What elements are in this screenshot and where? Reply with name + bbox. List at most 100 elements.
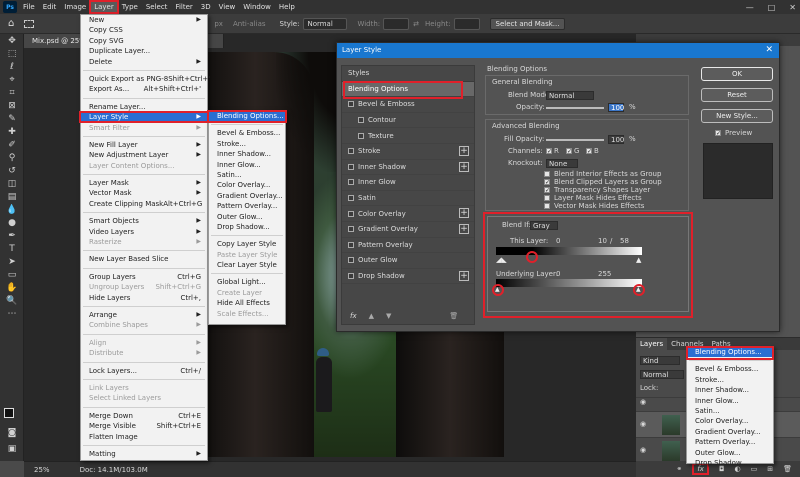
submenu-item-clear-layer-style[interactable]: Clear Layer Style [209, 260, 285, 270]
submenu-item-drop-shadow[interactable]: Drop Shadow... [209, 222, 285, 232]
layer-menu-item-smart-objects[interactable]: Smart Objects ▶ [81, 216, 207, 226]
this-layer-white-slider[interactable]: ▲ [636, 256, 641, 264]
height-input[interactable] [453, 17, 480, 30]
style-item-gradient-overlay[interactable]: Gradient Overlay + [342, 222, 474, 238]
style-item-outer-glow[interactable]: Outer Glow [342, 253, 474, 269]
option-checkbox[interactable]: ✓ [544, 179, 550, 186]
fx-menu-item-inner-glow[interactable]: Inner Glow... [687, 396, 773, 406]
style-item-bevel-emboss[interactable]: Bevel & Emboss [342, 97, 474, 113]
layer-menu-item-merge-down[interactable]: Merge Down Ctrl+E [81, 411, 207, 421]
style-item-texture[interactable]: Texture [342, 128, 474, 144]
shape-tool-icon[interactable]: ▭ [5, 270, 19, 281]
style-checkbox[interactable] [348, 241, 354, 248]
zoom-tool-icon[interactable]: 🔍 [5, 296, 19, 307]
layer-menu-item-delete[interactable]: Delete ▶ [81, 57, 207, 67]
tab-layers[interactable]: Layers [636, 338, 668, 350]
opacity-slider[interactable] [546, 107, 604, 109]
option-checkbox[interactable] [544, 203, 550, 209]
submenu-item-copy-layer-style[interactable]: Copy Layer Style [209, 239, 285, 249]
layer-menu-item-vector-mask[interactable]: Vector Mask ▶ [81, 188, 207, 198]
submenu-item-outer-glow[interactable]: Outer Glow... [209, 212, 285, 222]
layer-menu-item-new[interactable]: New ▶ [81, 15, 207, 25]
close-window-button[interactable]: ✕ [789, 3, 796, 12]
preview-option[interactable]: ✓ Preview [715, 129, 752, 137]
fx-menu-item-outer-glow[interactable]: Outer Glow... [687, 448, 773, 458]
style-item-contour[interactable]: Contour [342, 113, 474, 129]
this-layer-black-slider[interactable]: ◢◣ [496, 256, 507, 264]
layer-menu-item-quick-export-as-png-8[interactable]: Quick Export as PNG-8 Shift+Ctrl+' [81, 74, 210, 84]
add-effect-plus-icon[interactable]: + [459, 208, 469, 219]
blur-tool-icon[interactable]: 💧 [5, 205, 19, 216]
style-item-stroke[interactable]: Stroke + [342, 144, 474, 160]
style-checkbox[interactable] [348, 195, 354, 202]
layer-menu-item-create-clipping-mask[interactable]: Create Clipping Mask Alt+Ctrl+G [81, 199, 207, 209]
underlying-white-slider[interactable]: ▲ [636, 286, 641, 293]
marquee-tool-icon[interactable]: ⬚ [5, 49, 19, 60]
gradient-tool-icon[interactable]: ▤ [5, 192, 19, 203]
maximize-button[interactable]: □ [768, 3, 776, 12]
channel-r-checkbox[interactable]: ✓ [546, 148, 552, 155]
option-transparency-shapes-layer[interactable]: ✓ Transparency Shapes Layer [544, 186, 662, 194]
opacity-input[interactable]: 100 [608, 103, 624, 112]
layer-menu-item-copy-svg[interactable]: Copy SVG [81, 36, 207, 46]
preview-checkbox[interactable]: ✓ [715, 130, 721, 137]
quick-mask-icon[interactable]: ◙ [5, 428, 19, 439]
fx-menu-item-gradient-overlay[interactable]: Gradient Overlay... [687, 427, 773, 437]
style-checkbox[interactable] [348, 179, 354, 186]
style-item-satin[interactable]: Satin [342, 191, 474, 207]
option-blend-interior-effects-as-group[interactable]: Blend Interior Effects as Group [544, 170, 662, 178]
style-checkbox[interactable] [348, 257, 354, 264]
visibility-eye-icon[interactable]: ◉ [640, 420, 646, 428]
history-brush-icon[interactable]: ↺ [5, 166, 19, 177]
quick-select-tool-icon[interactable]: ⌖ [5, 75, 19, 86]
layer-menu-item-hide-layers[interactable]: Hide Layers Ctrl+, [81, 293, 207, 303]
fill-opacity-input[interactable]: 100 [608, 135, 624, 144]
menu-file[interactable]: File [19, 1, 39, 13]
style-select[interactable]: Normal [303, 17, 348, 30]
style-item-color-overlay[interactable]: Color Overlay + [342, 206, 474, 222]
fx-menu-item-inner-shadow[interactable]: Inner Shadow... [687, 385, 773, 395]
menu-window[interactable]: Window [239, 1, 275, 13]
add-effect-plus-icon[interactable]: + [459, 145, 469, 156]
layer-menu-item-merge-visible[interactable]: Merge Visible Shift+Ctrl+E [81, 421, 207, 431]
style-checkbox[interactable] [348, 163, 354, 170]
submenu-item-color-overlay[interactable]: Color Overlay... [209, 180, 285, 190]
brush-tool-icon[interactable]: ✐ [5, 140, 19, 151]
fill-opacity-slider[interactable] [546, 139, 604, 141]
menu-edit[interactable]: Edit [39, 1, 61, 13]
submenu-item-satin[interactable]: Satin... [209, 170, 285, 180]
home-icon[interactable]: ⌂ [8, 18, 14, 29]
underlying-black-slider[interactable]: ▲ [495, 286, 500, 293]
delete-layer-icon[interactable]: 🗑 [783, 465, 792, 473]
style-checkbox[interactable] [348, 210, 354, 217]
submenu-item-pattern-overlay[interactable]: Pattern Overlay... [209, 201, 285, 211]
swap-icon[interactable]: ⇄ [413, 20, 419, 28]
menu-type[interactable]: Type [118, 1, 142, 13]
fx-menu-item-color-overlay[interactable]: Color Overlay... [687, 416, 773, 426]
menu-3d[interactable]: 3D [197, 1, 215, 13]
type-tool-icon[interactable]: T [5, 244, 19, 255]
fx-menu-item-bevel-emboss[interactable]: Bevel & Emboss... [687, 364, 773, 374]
doc-info[interactable]: Doc: 14.1M/103.0M [80, 466, 148, 474]
width-input[interactable] [383, 17, 410, 30]
option-checkbox[interactable] [544, 195, 550, 201]
fx-menu-icon[interactable]: fx [350, 312, 357, 320]
style-checkbox[interactable] [348, 273, 354, 280]
channel-g-checkbox[interactable]: ✓ [566, 148, 572, 155]
layer-menu-item-group-layers[interactable]: Group Layers Ctrl+G [81, 272, 207, 282]
style-item-drop-shadow[interactable]: Drop Shadow + [342, 269, 474, 285]
clone-stamp-icon[interactable]: ⚲ [5, 153, 19, 164]
this-layer-gradient[interactable] [496, 247, 642, 255]
layer-menu-item-arrange[interactable]: Arrange ▶ [81, 310, 207, 320]
menu-select[interactable]: Select [142, 1, 172, 13]
add-effect-plus-icon[interactable]: + [459, 161, 469, 172]
knockout-select[interactable]: None [546, 159, 578, 168]
menu-view[interactable]: View [215, 1, 240, 13]
menu-layer[interactable]: Layer [89, 0, 119, 14]
layer-menu-item-layer-mask[interactable]: Layer Mask ▶ [81, 178, 207, 188]
lasso-tool-icon[interactable]: ℓ [5, 62, 19, 73]
visibility-eye-icon[interactable]: ◉ [640, 446, 646, 454]
option-layer-mask-hides-effects[interactable]: Layer Mask Hides Effects [544, 194, 662, 202]
crop-tool-icon[interactable]: ⌗ [5, 88, 19, 99]
blend-if-select[interactable]: Gray [530, 221, 558, 230]
